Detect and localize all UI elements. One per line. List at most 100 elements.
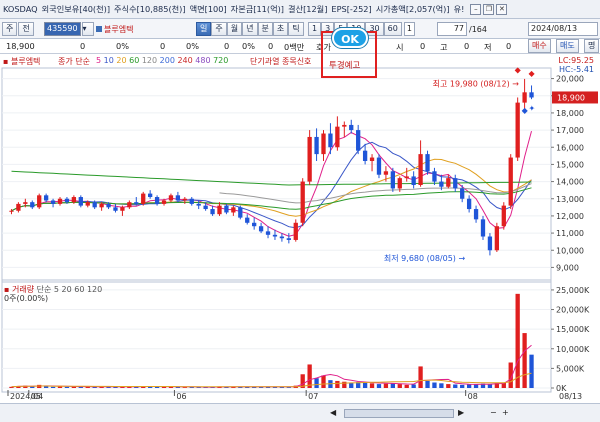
more-button[interactable]: 명 (584, 39, 600, 53)
tab-minute[interactable]: 분 (257, 22, 273, 36)
volume-bar (335, 380, 340, 388)
price-grid (1, 67, 552, 393)
candle-body (141, 193, 146, 204)
candle-body (189, 198, 194, 204)
legend-ma-60[interactable]: 60 (129, 56, 142, 65)
legend-ma-200[interactable]: 200 (160, 56, 178, 65)
restore-icon[interactable]: ❐ (483, 3, 495, 15)
scroll-right-icon[interactable]: ▶ (458, 408, 464, 417)
volume-bar (404, 384, 409, 388)
price-tick-label: 20,000 (556, 75, 584, 84)
search-icon[interactable]: ▾ (81, 22, 94, 36)
candle-body (92, 202, 97, 208)
low-value: 0 (506, 41, 512, 51)
volume-bar (376, 384, 382, 388)
candle-body (182, 198, 187, 201)
ok-bubble: OK (332, 28, 368, 48)
volume-bar (529, 354, 534, 388)
buy-button[interactable]: 매수 (528, 39, 551, 53)
candle-body (175, 195, 181, 201)
date-tick-label: 08 (468, 392, 478, 401)
candle-body (515, 102, 520, 158)
candle-body (224, 205, 229, 213)
value-2: 0 (160, 41, 166, 51)
volume-bar (432, 382, 437, 388)
candle-body (453, 178, 458, 189)
tab-year[interactable]: 년 (242, 22, 258, 36)
period-input[interactable]: 1 (403, 22, 415, 36)
legend-ma-480[interactable]: 480 (195, 56, 213, 65)
candle-body (196, 203, 201, 206)
legend-ma-10[interactable]: 10 (104, 56, 117, 65)
candle-body (321, 133, 326, 155)
date-input[interactable]: 2024/08/13 (528, 22, 598, 36)
date-tick-label: 06 (176, 392, 186, 401)
count-input[interactable]: 77 (437, 22, 467, 36)
legend-ma-240[interactable]: 240 (177, 56, 195, 65)
candle-body (99, 203, 104, 208)
price-axis: 20,00019,00018,00017,00016,00015,00014,0… (551, 75, 598, 272)
tab-day[interactable]: 일 (196, 22, 212, 36)
zoom-out-icon[interactable]: − (490, 408, 497, 417)
tab-second[interactable]: 초 (272, 22, 289, 36)
amount-mil: 0백만 (284, 42, 305, 52)
period-1[interactable]: 1 (308, 22, 322, 36)
legend-ma-720[interactable]: 720 (213, 56, 228, 65)
tab-tick[interactable]: 틱 (288, 22, 304, 36)
current-price: 18,900 (6, 41, 35, 51)
stock-name: 블루엠텍 (104, 24, 134, 34)
bottom-scroll-bar[interactable]: ◀ ▶ − + (0, 403, 600, 422)
volume-ma-lines (11, 344, 532, 388)
candle-body (43, 195, 49, 201)
volume-ma-5 (11, 344, 532, 388)
candle-body (203, 205, 208, 210)
candle-body (529, 92, 534, 98)
candle-body (522, 92, 527, 103)
close-icon[interactable]: ✕ (496, 3, 508, 15)
scroll-left-icon[interactable]: ◀ (330, 408, 336, 417)
period-60[interactable]: 60 (383, 22, 402, 36)
volume-bar (390, 383, 395, 388)
mode-button-stock[interactable]: 주 (2, 22, 18, 36)
candle-body (258, 226, 264, 232)
minimize-icon[interactable]: – (470, 3, 482, 15)
warning-badge[interactable]: OK 투경예고 (321, 28, 377, 78)
candle-body (50, 200, 56, 204)
stock-code-input[interactable]: 435590 (44, 22, 81, 36)
candle-body (252, 222, 257, 227)
scroll-track[interactable] (344, 409, 454, 418)
candle-body (397, 178, 402, 189)
value-4: 0 (268, 41, 274, 51)
candle-body (411, 176, 416, 186)
volume-bar (439, 383, 444, 388)
low-price-label: 최저 9,680 (08/05) → (384, 253, 466, 263)
signal-marker: ◆ (529, 69, 536, 78)
lc-hc-readout: LC:95.25 HC:-5.41 (558, 56, 594, 74)
volume-tick-label: 10,000K (556, 345, 590, 354)
date-tick-label: 05 (31, 392, 41, 401)
volume-tick-label: 5,000K (556, 364, 585, 373)
legend-ma-5[interactable]: 5 (96, 56, 104, 65)
candle-body (231, 207, 236, 213)
mode-button-all[interactable]: 전 (18, 22, 34, 36)
legend-ma-20[interactable]: 20 (116, 56, 129, 65)
volume-bar (362, 382, 368, 388)
zoom-in-icon[interactable]: + (502, 408, 509, 417)
candle-body (508, 157, 513, 206)
tab-week[interactable]: 주 (211, 22, 227, 36)
volume-tick-label: 25,000K (556, 286, 590, 295)
candle-body (106, 203, 111, 208)
signal-marker: ◆ (515, 66, 522, 75)
legend-ma-120[interactable]: 120 (142, 56, 160, 65)
volume-bar (314, 378, 319, 388)
candle-body (64, 198, 70, 203)
sell-button[interactable]: 매도 (556, 39, 579, 53)
candle-body (30, 202, 35, 208)
yu-label: 유! (453, 4, 465, 14)
price-volume-chart[interactable]: 20,00019,00018,00017,00016,00015,00014,0… (0, 66, 600, 403)
volume-bar (286, 387, 291, 388)
candle-body (168, 195, 174, 201)
signal-marker: ✦ (529, 104, 536, 113)
candle-body (286, 238, 291, 240)
tab-month[interactable]: 월 (226, 22, 243, 36)
